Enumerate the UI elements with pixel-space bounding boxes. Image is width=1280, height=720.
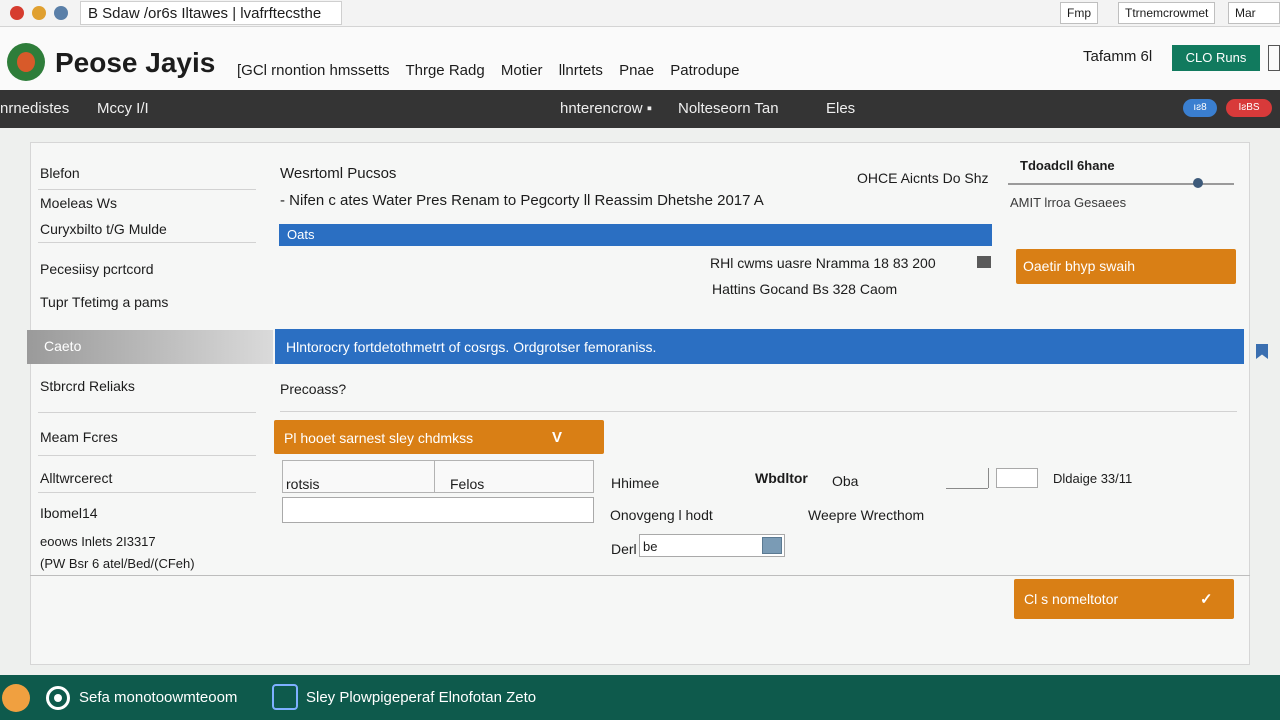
minimize-window-icon[interactable] (32, 6, 46, 20)
browser-tab-right-2[interactable]: Ttrnemcrowmet (1118, 2, 1216, 24)
divider (38, 242, 256, 243)
taskbar: Sefa monotoowmteoom Sley Plowpigeperaf E… (0, 675, 1280, 720)
submit-button[interactable]: Cl s nomeltotor ✓ (1014, 579, 1234, 619)
bookmark-icon[interactable] (1256, 344, 1268, 359)
header-action-button[interactable]: CLO Runs (1172, 45, 1260, 71)
header-nav: [GCl rnontion hmssetts Thrge Radg Motier… (237, 62, 752, 79)
header-user[interactable]: Tafamm 6l (1083, 48, 1152, 65)
field-label: Weepre Wrecthom (808, 507, 925, 523)
column-divider (434, 461, 435, 492)
maximize-window-icon[interactable] (54, 6, 68, 20)
nav-item-left-1[interactable]: nrnedistes (0, 100, 69, 117)
image-icon[interactable] (977, 256, 991, 268)
nav-badge-blue[interactable]: ıƨ8 (1183, 99, 1217, 117)
date-input-value: be (643, 539, 658, 554)
header-meta: OHCE Aicnts Do Shz (857, 170, 989, 186)
browser-bar: B Sdaw /or6s Iltawes | lvafrftecsthe Fmp… (0, 0, 1280, 27)
section-bar: Oats (279, 224, 992, 246)
divider (38, 492, 256, 493)
divider (30, 575, 1250, 576)
header-nav-item[interactable]: llnrtets (559, 62, 603, 79)
browser-tab[interactable]: B Sdaw /or6s Iltawes | lvafrftecsthe (80, 1, 342, 25)
dropdown-select[interactable]: Pl hooet sarnest sley chdmkss V (274, 420, 604, 454)
column-header-row: rotsis Felos (282, 460, 594, 493)
header-edge-button[interactable] (1268, 45, 1280, 71)
close-window-icon[interactable] (10, 6, 24, 20)
check-icon: ✓ (1200, 591, 1213, 608)
app-window-icon[interactable] (272, 684, 298, 710)
sidebar-item[interactable]: Stbrcrd Reliaks (40, 378, 135, 394)
header-nav-item[interactable]: Pnae (619, 62, 654, 79)
sidebar-item[interactable]: Meam Fcres (40, 429, 118, 445)
sidebar-section-label: Caeto (44, 338, 82, 354)
sidebar-item[interactable]: Pecesiisy pcrtcord (40, 261, 154, 277)
info-line: RHl cwms uasre Nramma 18 83 200 (710, 255, 936, 271)
field-label: Hhimee (611, 475, 660, 491)
column-header[interactable]: rotsis (286, 476, 319, 492)
taskbar-item[interactable]: Sefa monotoowmteoom (79, 689, 237, 706)
sidebar-meta: eoows Inlets 2I3317 (40, 534, 156, 549)
sidebar-meta: (PW Bsr 6 atel/Bed/(CFeh) (40, 556, 195, 571)
divider (946, 488, 988, 489)
logo-text[interactable]: Peose Jayis (55, 47, 215, 79)
page-subtitle: - Nifen c ates Water Pres Renam to Pegco… (280, 192, 764, 209)
info-banner: Hlntorocry fortdetothmetrt of cosrgs. Or… (275, 329, 1244, 364)
header-nav-item[interactable]: [GCl rnontion hmssetts (237, 62, 390, 79)
nav-badge-red[interactable]: IƨBS (1226, 99, 1272, 117)
primary-action-button[interactable]: Oaetir bhyp swaih (1016, 249, 1236, 284)
field-label: Wbdltor (755, 470, 808, 486)
calendar-icon[interactable] (762, 537, 782, 554)
divider (38, 455, 256, 456)
header-nav-item[interactable]: Motier (501, 62, 543, 79)
submit-button-label: Cl s nomeltotor (1024, 591, 1119, 607)
browser-tab-right-3[interactable]: Mar (1228, 2, 1280, 24)
page-title: Wesrtoml Pucsos (280, 165, 397, 182)
divider (38, 189, 256, 190)
small-input[interactable] (996, 468, 1038, 488)
info-banner-text: Hlntorocry fortdetothmetrt of cosrgs. Or… (286, 339, 657, 355)
header-nav-item[interactable]: Thrge Radg (405, 62, 484, 79)
field-label: Dldaige 33/11 (1053, 471, 1133, 486)
column-header[interactable]: Felos (450, 476, 484, 492)
record-icon[interactable] (46, 686, 70, 710)
price-label: Precoass? (280, 381, 347, 397)
nav-item-center-3[interactable]: Eles (826, 100, 855, 117)
logo-icon (7, 43, 45, 81)
nav-item-left-2[interactable]: Mccy I/I (97, 100, 149, 117)
header-nav-item[interactable]: Patrodupe (670, 62, 739, 79)
slider-handle[interactable] (1193, 178, 1203, 188)
divider (988, 468, 989, 488)
slider-label: Tdoadcll 6hane (1020, 158, 1115, 173)
taskbar-item[interactable]: Sley Plowpigeperaf Elnofotan Zeto (306, 689, 536, 706)
browser-tab-right-1[interactable]: Fmp (1060, 2, 1098, 24)
sidebar-item[interactable]: Tupr Tfetimg a pams (40, 294, 168, 310)
info-line: Hattins Gocand Bs 328 Caom (712, 281, 898, 297)
chevron-down-icon: V (552, 429, 563, 446)
slider-caption: AMIT lrroa Gesaees (1010, 195, 1127, 210)
divider (38, 412, 256, 413)
field-label: Onovgeng l hodt (610, 507, 713, 523)
divider (280, 411, 1237, 412)
site-header: Peose Jayis [GCl rnontion hmssetts Thrge… (0, 27, 1280, 90)
text-input[interactable] (282, 497, 594, 523)
dropdown-label: Pl hooet sarnest sley chdmkss (284, 430, 474, 446)
section-bar-label: Oats (287, 227, 315, 242)
nav-item-center-2[interactable]: Nolteseorn Tan (678, 100, 779, 117)
primary-action-label: Oaetir bhyp swaih (1023, 258, 1136, 274)
sidebar-item[interactable]: Blefon (40, 165, 80, 181)
field-value: Oba (832, 473, 859, 489)
sidebar-item[interactable]: Alltwrcerect (40, 470, 112, 486)
sidebar-item[interactable]: Curyxbilto t/G Mulde (40, 221, 167, 237)
sidebar-item[interactable]: Ibomel14 (40, 505, 98, 521)
sidebar-section-header[interactable]: Caeto (27, 330, 273, 364)
app-launcher-icon[interactable] (2, 684, 30, 712)
field-label: Derl (611, 541, 637, 557)
sidebar-item[interactable]: Moeleas Ws (40, 195, 117, 211)
date-input[interactable]: be (639, 534, 785, 557)
nav-item-center-1[interactable]: hnterencrow ▪ (560, 100, 652, 117)
secondary-nav: nrnedistes Mccy I/I hnterencrow ▪ Noltes… (0, 90, 1280, 128)
